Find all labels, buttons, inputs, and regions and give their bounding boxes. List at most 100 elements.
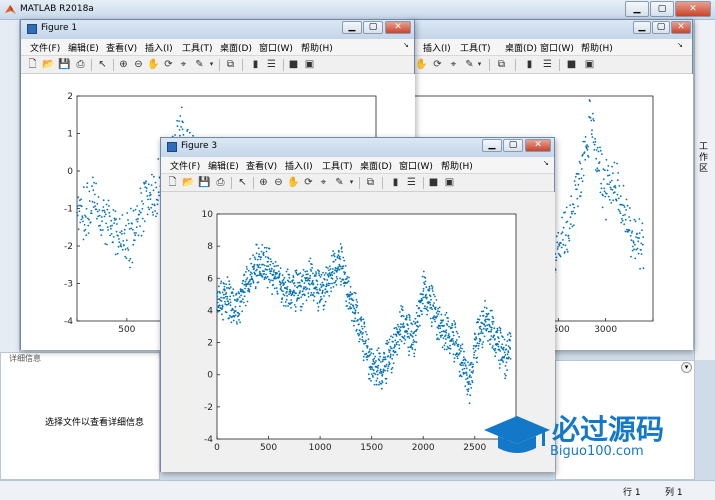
menu-window[interactable]: 窗口(W) bbox=[399, 159, 433, 172]
data-point bbox=[624, 213, 626, 216]
figure-2-maximize-button[interactable]: ▢ bbox=[652, 21, 670, 34]
close-button[interactable]: ✕ bbox=[675, 1, 711, 17]
link-plot-icon[interactable]: ⧉ bbox=[224, 58, 237, 71]
menu-file[interactable]: 文件(F) bbox=[170, 159, 200, 172]
data-cursor-icon[interactable]: ⌖ bbox=[447, 58, 460, 71]
figure-1-minimize-button[interactable]: ▁ bbox=[342, 21, 362, 34]
save-icon[interactable]: 💾 bbox=[58, 58, 71, 71]
data-cursor-icon[interactable]: ⌖ bbox=[317, 176, 330, 189]
menu-insert[interactable]: 插入(I) bbox=[145, 41, 173, 54]
legend-icon[interactable]: ☰ bbox=[541, 58, 554, 71]
figure-1-maximize-button[interactable]: ▢ bbox=[363, 21, 383, 34]
menu-window[interactable]: 窗口(W) bbox=[540, 41, 574, 54]
workspace-panel[interactable]: 工作区 bbox=[694, 20, 715, 360]
pan-icon[interactable]: ✋ bbox=[287, 176, 300, 189]
figure-3-maximize-button[interactable]: ▢ bbox=[503, 139, 523, 152]
legend-icon[interactable]: ☰ bbox=[265, 58, 278, 71]
data-point bbox=[139, 187, 142, 190]
show-plot-tools-icon[interactable]: ▣ bbox=[443, 176, 456, 189]
pointer-icon[interactable]: ↖ bbox=[96, 58, 109, 71]
minimize-button[interactable]: ▁ bbox=[625, 1, 649, 17]
menu-help[interactable]: 帮助(H) bbox=[581, 41, 613, 54]
pointer-icon[interactable]: ↖ bbox=[236, 176, 249, 189]
data-point bbox=[85, 234, 88, 237]
save-icon[interactable]: 💾 bbox=[198, 176, 211, 189]
menu-desktop[interactable]: 桌面(D) bbox=[505, 41, 537, 54]
open-file-icon[interactable]: 📂 bbox=[182, 176, 195, 189]
data-point bbox=[379, 355, 381, 358]
zoom-in-icon[interactable]: ⊕ bbox=[117, 58, 130, 71]
data-point bbox=[460, 350, 462, 352]
link-plot-icon[interactable]: ⧉ bbox=[364, 176, 377, 189]
link-plot-icon[interactable]: ⧉ bbox=[495, 58, 508, 71]
menu-dock-arrow-icon[interactable]: ↘ bbox=[403, 41, 409, 49]
data-point bbox=[429, 301, 431, 304]
menu-help[interactable]: 帮助(H) bbox=[441, 159, 473, 172]
figure-2-close-button[interactable]: ✕ bbox=[671, 21, 691, 34]
zoom-in-icon[interactable]: ⊕ bbox=[257, 176, 270, 189]
menu-tools[interactable]: 工具(T) bbox=[322, 159, 353, 172]
chevron-down-icon[interactable]: ▾ bbox=[681, 362, 692, 373]
data-point bbox=[320, 298, 323, 300]
data-point bbox=[348, 302, 351, 304]
data-point bbox=[234, 314, 237, 317]
pan-icon[interactable]: ✋ bbox=[415, 58, 428, 71]
data-point bbox=[322, 284, 325, 287]
menu-insert[interactable]: 插入(I) bbox=[285, 159, 313, 172]
data-point bbox=[254, 258, 257, 261]
figure-3-close-button[interactable]: ✕ bbox=[525, 139, 551, 152]
menu-edit[interactable]: 编辑(E) bbox=[208, 159, 239, 172]
brush-dropdown-icon[interactable]: ▾ bbox=[473, 58, 486, 71]
menu-help[interactable]: 帮助(H) bbox=[301, 41, 333, 54]
figure-1-close-button[interactable]: ✕ bbox=[385, 21, 411, 34]
menu-dock-arrow-icon[interactable]: ↘ bbox=[677, 41, 683, 49]
data-point bbox=[499, 327, 502, 330]
hide-plot-tools-icon[interactable]: ■ bbox=[427, 176, 440, 189]
menu-view[interactable]: 查看(V) bbox=[106, 41, 137, 54]
hide-plot-tools-icon[interactable]: ■ bbox=[565, 58, 578, 71]
new-figure-icon[interactable]: 🗋 bbox=[166, 176, 179, 189]
data-point bbox=[412, 320, 415, 323]
maximize-button[interactable]: ▢ bbox=[650, 1, 674, 17]
data-point bbox=[337, 266, 340, 268]
menu-view[interactable]: 查看(V) bbox=[246, 159, 277, 172]
menu-file[interactable]: 文件(F) bbox=[30, 41, 60, 54]
data-point bbox=[316, 302, 319, 305]
menu-desktop[interactable]: 桌面(D) bbox=[220, 41, 252, 54]
colorbar-icon[interactable]: ▮ bbox=[389, 176, 402, 189]
show-plot-tools-icon[interactable]: ▣ bbox=[583, 58, 596, 71]
hide-plot-tools-icon[interactable]: ■ bbox=[287, 58, 300, 71]
colorbar-icon[interactable]: ▮ bbox=[249, 58, 262, 71]
legend-icon[interactable]: ☰ bbox=[405, 176, 418, 189]
menu-desktop[interactable]: 桌面(D) bbox=[360, 159, 392, 172]
open-file-icon[interactable]: 📂 bbox=[42, 58, 55, 71]
toolbar-separator bbox=[253, 177, 254, 189]
data-point bbox=[241, 298, 244, 301]
menu-tools[interactable]: 工具(T) bbox=[460, 41, 491, 54]
menu-window[interactable]: 窗口(W) bbox=[259, 41, 293, 54]
brush-dropdown-icon[interactable]: ▾ bbox=[345, 176, 358, 189]
menu-tools[interactable]: 工具(T) bbox=[182, 41, 213, 54]
data-cursor-icon[interactable]: ⌖ bbox=[177, 58, 190, 71]
data-point bbox=[218, 285, 220, 288]
menu-edit[interactable]: 编辑(E) bbox=[68, 41, 99, 54]
menu-dock-arrow-icon[interactable]: ↘ bbox=[543, 159, 549, 167]
figure-3-minimize-button[interactable]: ▁ bbox=[482, 139, 502, 152]
data-point bbox=[484, 300, 486, 302]
menu-insert[interactable]: 插入(I) bbox=[423, 41, 451, 54]
figure-2-minimize-button[interactable]: ▁ bbox=[633, 21, 651, 34]
colorbar-icon[interactable]: ▮ bbox=[523, 58, 536, 71]
rotate-icon[interactable]: ⟳ bbox=[302, 176, 315, 189]
print-icon[interactable]: ⎙ bbox=[214, 176, 227, 189]
print-icon[interactable]: ⎙ bbox=[74, 58, 87, 71]
rotate-icon[interactable]: ⟳ bbox=[162, 58, 175, 71]
toolbar-separator bbox=[515, 59, 516, 71]
zoom-out-icon[interactable]: ⊖ bbox=[132, 58, 145, 71]
zoom-out-icon[interactable]: ⊖ bbox=[272, 176, 285, 189]
new-figure-icon[interactable]: 🗋 bbox=[26, 58, 39, 71]
pan-icon[interactable]: ✋ bbox=[147, 58, 160, 71]
rotate-icon[interactable]: ⟳ bbox=[431, 58, 444, 71]
data-point bbox=[290, 299, 293, 301]
brush-dropdown-icon[interactable]: ▾ bbox=[205, 58, 218, 71]
show-plot-tools-icon[interactable]: ▣ bbox=[303, 58, 316, 71]
